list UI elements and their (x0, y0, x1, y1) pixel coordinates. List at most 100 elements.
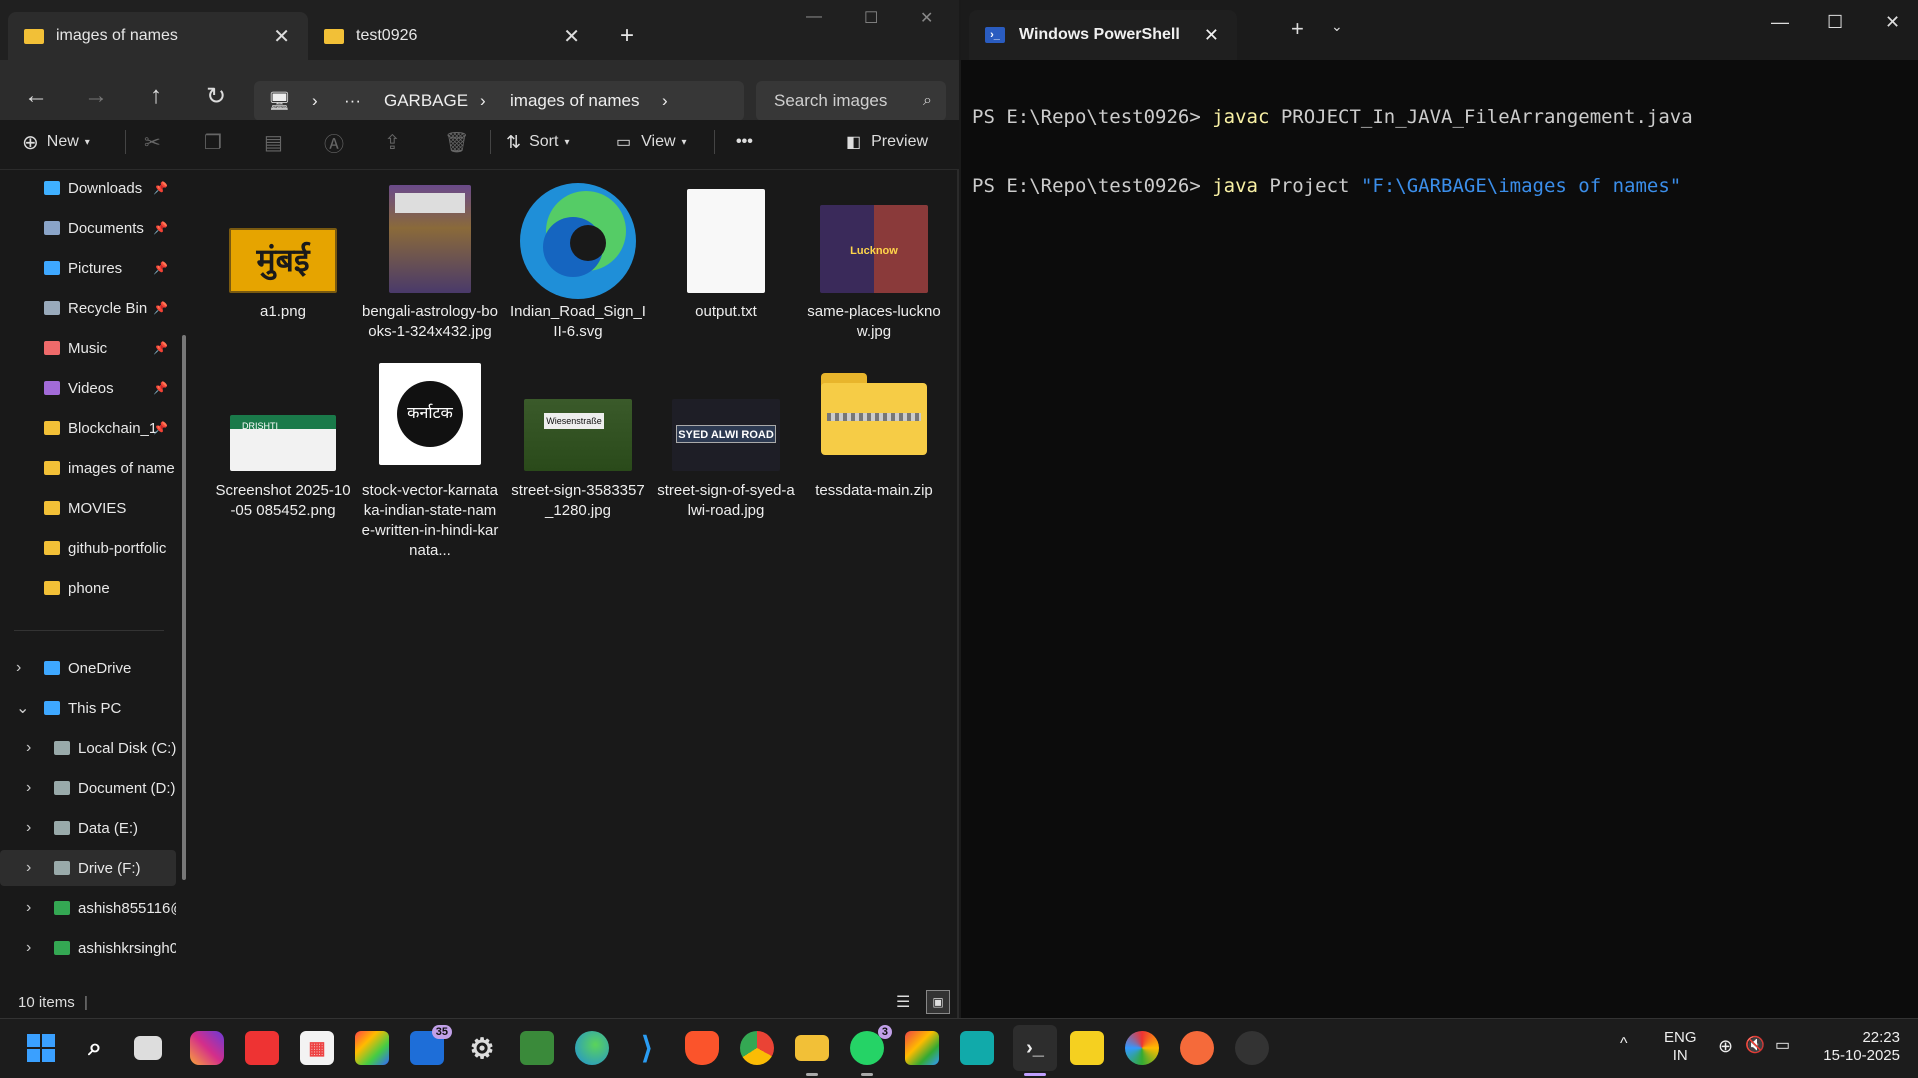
sort-button[interactable]: ⇅ Sort ▾ (506, 120, 569, 164)
sidebar-item-blockchain-1[interactable]: Blockchain_1 📌 (0, 410, 176, 446)
chevron-down-icon[interactable]: ⌄ (1331, 18, 1343, 35)
new-tab-button[interactable]: + (620, 12, 660, 60)
close-tab-icon[interactable]: ✕ (1204, 25, 1219, 46)
sidebar-item-ashish855116-[interactable]: › ashish855116@ (0, 890, 176, 926)
language-indicator[interactable]: ENG IN (1664, 1029, 1697, 1065)
sidebar-item-documents[interactable]: Documents 📌 (0, 210, 176, 246)
download-icon (44, 181, 60, 195)
terminal-icon[interactable]: ›_ (1013, 1025, 1057, 1071)
tiles-view-button[interactable]: ▣ (926, 990, 950, 1014)
chevron-right-icon[interactable]: › (26, 939, 31, 957)
maximize-button[interactable]: ☐ (864, 8, 878, 28)
show-hidden-icons-chevron[interactable]: ^ (1620, 1035, 1628, 1053)
new-tab-button[interactable]: + (1291, 16, 1304, 42)
close-button[interactable]: ✕ (920, 8, 933, 28)
minimize-button[interactable]: — (1771, 12, 1789, 33)
address-bar[interactable]: 🖥 › ··· GARBAGE › images of names › (254, 81, 744, 121)
sidebar-item-ashishkrsingh0[interactable]: › ashishkrsingh0 (0, 930, 176, 966)
chevron-right-icon[interactable]: › (26, 739, 31, 757)
view-button[interactable]: ▭ View ▾ (616, 120, 687, 164)
sidebar-scrollbar[interactable] (182, 335, 186, 880)
search-input[interactable]: Search images (774, 91, 887, 111)
tab-test0926[interactable]: test0926 ✕ (308, 12, 598, 60)
search-box[interactable]: Search images ⌕ (756, 81, 946, 121)
sidebar-item-github-portfolic[interactable]: github-portfolic (0, 530, 176, 566)
chrome-icon[interactable] (740, 1031, 774, 1065)
image-viewer-icon[interactable] (520, 1031, 554, 1065)
app-icon[interactable] (960, 1031, 994, 1065)
breadcrumb-more[interactable]: ··· (344, 91, 361, 111)
sidebar-item-videos[interactable]: Videos 📌 (0, 370, 176, 406)
share-button[interactable]: ⇪ (384, 120, 401, 164)
refresh-button[interactable]: ↻ (196, 76, 236, 116)
volume-muted-icon[interactable]: 🔇 (1745, 1037, 1765, 1055)
battery-icon[interactable]: ▭ (1775, 1037, 1790, 1055)
sticky-app-icon[interactable] (1070, 1031, 1104, 1065)
breadcrumb-garbage[interactable]: GARBAGE (384, 91, 468, 111)
sidebar-item-local-disk-c-[interactable]: › Local Disk (C:) (0, 730, 176, 766)
cut-button[interactable]: ✂ (144, 120, 161, 164)
rename-button[interactable]: Ⓐ (324, 120, 344, 164)
chevron-right-icon[interactable]: › (16, 659, 21, 677)
new-button[interactable]: ⊕ New ▾ (22, 120, 90, 164)
details-view-button[interactable]: ☰ (896, 992, 910, 1012)
instagram-icon[interactable] (190, 1031, 224, 1065)
minimize-button[interactable]: — (806, 8, 822, 26)
chevron-right-icon[interactable]: › (26, 899, 31, 917)
chevron-right-icon[interactable]: › (26, 779, 31, 797)
chevron-right-icon[interactable]: › (26, 859, 31, 877)
brave-browser-icon[interactable] (685, 1031, 719, 1065)
forward-button[interactable]: → (76, 76, 116, 116)
tab-windows-powershell[interactable]: ›_ Windows PowerShell ✕ (969, 10, 1237, 60)
sidebar-item-document-d-[interactable]: › Document (D:) (0, 770, 176, 806)
sidebar-item-music[interactable]: Music 📌 (0, 330, 176, 366)
sidebar-item-onedrive[interactable]: › OneDrive (0, 650, 176, 686)
network-globe-icon[interactable]: ⊕ (1718, 1037, 1733, 1055)
whatsapp-icon[interactable]: 3 (850, 1025, 892, 1065)
edge-icon (518, 181, 638, 301)
sidebar-item-recycle-bin[interactable]: Recycle Bin 📌 (0, 290, 176, 326)
snipping-tool-icon[interactable] (245, 1031, 279, 1065)
paste-button[interactable]: ▤ (264, 120, 283, 164)
outlook-icon[interactable]: 35 (410, 1025, 452, 1065)
sidebar-item-movies[interactable]: MOVIES (0, 490, 176, 526)
sidebar-item-downloads[interactable]: Downloads 📌 (0, 170, 176, 206)
chevron-down-icon[interactable]: ⌄ (16, 698, 29, 718)
edge-browser-icon[interactable] (575, 1031, 609, 1065)
sidebar-item-pictures[interactable]: Pictures 📌 (0, 250, 176, 286)
file-explorer-icon[interactable] (795, 1035, 829, 1061)
breadcrumb-images-of-names[interactable]: images of names (510, 91, 639, 111)
preview-button[interactable]: ◧ Preview (846, 120, 928, 164)
sidebar-item-data-e-[interactable]: › Data (E:) (0, 810, 176, 846)
close-tab-icon[interactable]: ✕ (273, 24, 290, 49)
sidebar-item-phone[interactable]: phone (0, 570, 176, 606)
back-button[interactable]: ← (16, 76, 56, 116)
clock[interactable]: 22:23 15-10-2025 (1808, 1029, 1900, 1065)
start-button[interactable] (24, 1031, 58, 1065)
microsoft-365-icon[interactable] (355, 1031, 389, 1065)
sidebar-item-drive-f-[interactable]: › Drive (F:) (0, 850, 176, 886)
chevron-right-icon[interactable]: › (26, 819, 31, 837)
git-icon[interactable] (905, 1031, 939, 1065)
app-icon[interactable] (1235, 1031, 1269, 1065)
settings-gear-icon[interactable]: ⚙ (465, 1031, 499, 1065)
terminal-output[interactable]: PS E:\Repo\test0926> javac PROJECT_In_JA… (972, 60, 1693, 244)
close-tab-icon[interactable]: ✕ (563, 24, 580, 49)
region-label: IN (1672, 1047, 1688, 1064)
postman-icon[interactable] (1180, 1031, 1214, 1065)
sidebar-item-images-of-name[interactable]: images of name (0, 450, 176, 486)
microsoft-store-icon[interactable]: ▦ (300, 1031, 334, 1065)
close-button[interactable]: ✕ (1885, 12, 1900, 33)
sidebar-item-this-pc[interactable]: ⌄ This PC (0, 690, 176, 726)
search-icon[interactable]: ⌕ (78, 1031, 112, 1065)
photos-icon[interactable] (1125, 1031, 1159, 1065)
tab-images-of-names[interactable]: images of names ✕ (8, 12, 308, 60)
delete-button[interactable]: 🗑 (444, 120, 469, 164)
copy-button[interactable]: ❐ (204, 120, 222, 164)
thumbnail-text: मुंबई (256, 242, 310, 278)
maximize-button[interactable]: ☐ (1827, 12, 1843, 33)
task-view-icon[interactable] (134, 1036, 162, 1060)
up-button[interactable]: ↑ (136, 76, 176, 116)
see-more-button[interactable]: ••• (736, 120, 753, 164)
vscode-icon[interactable]: ⟩ (630, 1031, 664, 1065)
